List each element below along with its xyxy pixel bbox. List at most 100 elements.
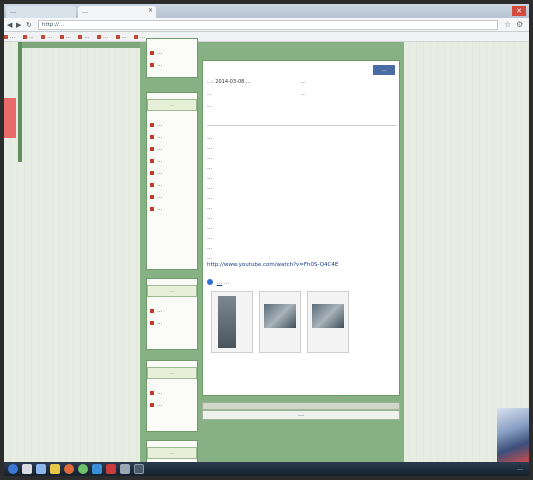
youtube-link[interactable]: http://www.youtube.com/watch?v=Fh0S-Q4C4… [207, 262, 338, 268]
post-line: … [207, 205, 213, 211]
screen: … … × ✕ ◀ ▶ ↻ http://… ☆ ⚙ … … … … … … …… [4, 4, 529, 476]
browser-tab-active[interactable]: … [78, 6, 156, 18]
bookmark-item[interactable]: … [4, 32, 15, 41]
sidebar-heading: … [147, 447, 197, 459]
browser-tab-strip: … … × ✕ [4, 4, 529, 18]
sidebar-item[interactable]: … [147, 143, 197, 155]
bookmark-icon [96, 34, 101, 39]
bullet-icon [150, 309, 154, 313]
side-ribbon [4, 98, 16, 138]
taskbar-app-icon[interactable] [120, 464, 130, 474]
post-line: … [207, 215, 213, 221]
sidebar-item[interactable]: … [147, 47, 197, 59]
bookmark-icon [134, 34, 139, 39]
divider [207, 125, 397, 126]
attachment-note: … [224, 279, 230, 286]
sidebar-item[interactable]: … [147, 167, 197, 179]
bookmark-icon [22, 34, 27, 39]
sidebar-item[interactable]: … [147, 131, 197, 143]
sidebar-heading: … [147, 367, 197, 379]
sidebar-item[interactable]: … [147, 119, 197, 131]
bookmark-item[interactable]: … [134, 32, 145, 41]
taskbar-app-icon[interactable] [36, 464, 46, 474]
image-thumbnail[interactable] [259, 291, 301, 353]
taskbar-app-icon[interactable] [106, 464, 116, 474]
taskbar-clock: … [517, 465, 523, 472]
reply-links[interactable]: … [334, 394, 339, 400]
sidebar-item[interactable]: … [147, 317, 197, 329]
taskbar-app-icon[interactable] [22, 464, 32, 474]
sidebar-item[interactable]: … [147, 305, 197, 317]
bookmark-icon [59, 34, 64, 39]
reply-toolbar [202, 402, 400, 410]
bullet-icon [150, 63, 154, 67]
sidebar-item[interactable]: … [147, 203, 197, 215]
page-viewport: … … … … … … … … … … … … … … … … … … … …:… [4, 38, 529, 470]
bullet-icon [150, 123, 154, 127]
reload-icon[interactable]: ↻ [26, 21, 32, 29]
bullet-icon [150, 183, 154, 187]
bullet-icon [150, 171, 154, 175]
bullet-icon [150, 321, 154, 325]
url-input[interactable]: http://… [38, 20, 498, 30]
bookmark-item[interactable]: … [22, 32, 34, 41]
browser-tab-label: … [10, 8, 16, 15]
post-panel: … …: 2014-03-08 … … … … … … … … … … … … … [202, 60, 400, 396]
bullet-icon [150, 207, 154, 211]
sidebar-item[interactable]: … [147, 179, 197, 191]
post-line: … [207, 145, 213, 151]
thumbnail-image [264, 304, 296, 328]
bookmark-item[interactable]: … [41, 32, 52, 41]
address-bar: ◀ ▶ ↻ http://… ☆ ⚙ [4, 18, 529, 32]
taskbar-app-icon[interactable] [92, 464, 102, 474]
post-line: … [207, 235, 213, 241]
forward-icon[interactable]: ▶ [16, 21, 21, 29]
bullet-icon [150, 159, 154, 163]
taskbar-app-icon[interactable] [134, 464, 144, 474]
bullet-icon [150, 135, 154, 139]
attachment-link[interactable]: … [217, 280, 223, 286]
bullet-icon [150, 147, 154, 151]
sidebar-box: … … … … … … … … … [146, 92, 198, 270]
taskbar: … [4, 462, 529, 476]
image-thumbnail[interactable] [211, 291, 253, 353]
sidebar-item[interactable]: … [147, 399, 197, 411]
taskbar-app-icon[interactable] [50, 464, 60, 474]
post-date: …: 2014-03-08 … [207, 79, 251, 85]
wrench-icon[interactable]: ⚙ [516, 20, 523, 29]
taskbar-app-icon[interactable] [78, 464, 88, 474]
left-border-stripe [18, 42, 22, 162]
post-line: … [207, 175, 213, 181]
quick-reply-input[interactable]: … [202, 410, 400, 420]
post-line: … [207, 195, 213, 201]
bookmark-item[interactable]: … [115, 32, 127, 41]
browser-tab[interactable]: … [6, 6, 76, 18]
post-meta: … [301, 79, 306, 85]
sidebar-heading: … [147, 99, 197, 111]
post-line: … [207, 185, 213, 191]
start-icon[interactable] [8, 464, 18, 474]
bookmark-item[interactable]: … [59, 32, 71, 41]
sidebar-box: … … … [146, 278, 198, 350]
print-button[interactable]: … [373, 65, 395, 75]
tab-close-icon[interactable]: × [148, 7, 153, 14]
bookmark-icon [41, 34, 46, 39]
bookmark-item[interactable]: … [96, 32, 108, 41]
bookmarks-bar: … … … … … … … … [4, 32, 529, 42]
taskbar-app-icon[interactable] [64, 464, 74, 474]
sidebar-item[interactable]: … [147, 191, 197, 203]
sidebar-item[interactable]: … [147, 387, 197, 399]
window-close-button[interactable]: ✕ [512, 6, 526, 16]
sidebar-item[interactable]: … [147, 155, 197, 167]
bullet-icon [150, 51, 154, 55]
image-thumbnail[interactable] [307, 291, 349, 353]
back-icon[interactable]: ◀ [7, 21, 12, 29]
corner-photo [497, 408, 529, 462]
bullet-icon [150, 195, 154, 199]
post-meta: … [301, 91, 306, 97]
bookmark-icon [4, 34, 8, 39]
post-line: … [207, 155, 213, 161]
bookmark-star-icon[interactable]: ☆ [504, 20, 511, 29]
bookmark-item[interactable]: … [78, 32, 89, 41]
sidebar-item[interactable]: … [147, 59, 197, 71]
